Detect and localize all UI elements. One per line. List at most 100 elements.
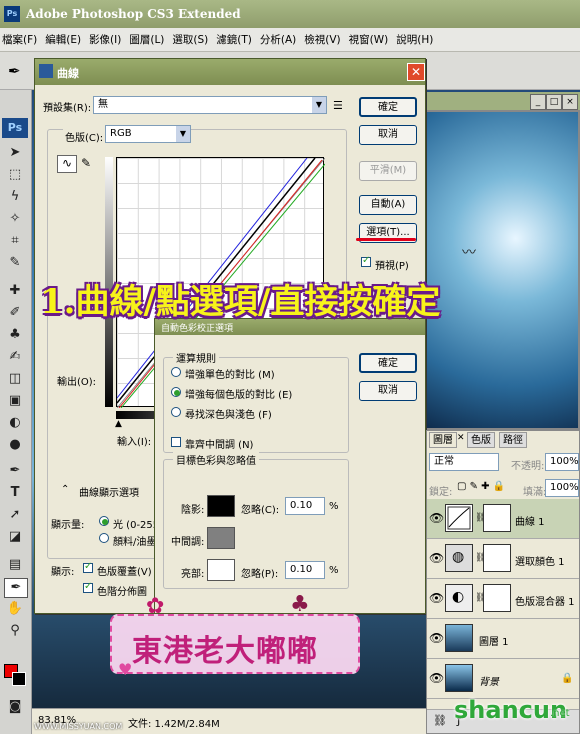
- menu-edit[interactable]: 編輯(E): [45, 28, 81, 52]
- eye-icon[interactable]: 👁: [429, 511, 444, 525]
- clip-shadows-input[interactable]: 0.10: [285, 497, 325, 515]
- menu-analysis[interactable]: 分析(A): [260, 28, 296, 52]
- collapse-icon[interactable]: ⌃: [61, 484, 69, 495]
- brush-tool-icon[interactable]: ✐: [4, 304, 26, 322]
- blend-mode-select[interactable]: 正常: [429, 453, 499, 471]
- zoom-tool-icon[interactable]: ⚲: [4, 622, 26, 640]
- shadows-swatch[interactable]: [207, 495, 235, 517]
- layer-row[interactable]: 👁 ◍ ⛓ 選取顏色 1: [427, 539, 579, 579]
- chevron-down-icon[interactable]: ▼: [312, 97, 326, 113]
- algorithms-group-title: 運算規則: [173, 350, 219, 365]
- crop-tool-icon[interactable]: ⌗: [4, 232, 26, 250]
- histogram-checkbox[interactable]: [83, 581, 93, 593]
- healing-tool-icon[interactable]: ✚: [4, 282, 26, 300]
- layer-mask-thumb[interactable]: [483, 584, 511, 612]
- snap-neutral-checkbox[interactable]: [171, 437, 181, 447]
- cancel-button[interactable]: 取消: [359, 125, 417, 145]
- output-label: 輸出(O):: [57, 377, 97, 388]
- menu-select[interactable]: 選取(S): [172, 28, 208, 52]
- tab-layers[interactable]: 圖層: [429, 432, 457, 448]
- blur-tool-icon[interactable]: ◐: [4, 414, 26, 432]
- maximize-icon[interactable]: □: [546, 94, 562, 110]
- shape-tool-icon[interactable]: ◪: [4, 528, 26, 546]
- path-select-icon[interactable]: ➚: [4, 506, 26, 524]
- layer-row[interactable]: 👁 ◐ ⛓ 色版混合器 1: [427, 579, 579, 619]
- move-tool-icon[interactable]: ➤: [4, 144, 26, 162]
- tab-paths[interactable]: 路徑: [499, 432, 527, 448]
- midtones-swatch[interactable]: [207, 527, 235, 549]
- layer-row[interactable]: 👁 圖層 1: [427, 619, 579, 659]
- options-cancel-button[interactable]: 取消: [359, 381, 417, 401]
- eye-icon[interactable]: 👁: [429, 591, 444, 605]
- eraser-tool-icon[interactable]: ◫: [4, 370, 26, 388]
- quick-mask-icon[interactable]: ◙: [4, 698, 26, 716]
- minimize-icon[interactable]: _: [530, 94, 546, 110]
- history-brush-icon[interactable]: ✍: [4, 348, 26, 366]
- mono-contrast-radio[interactable]: [171, 367, 181, 377]
- pencil-icon[interactable]: ✎: [81, 156, 91, 170]
- close-icon[interactable]: ✕: [407, 63, 425, 81]
- background-color-swatch[interactable]: [12, 672, 26, 686]
- tab-channels[interactable]: 色版: [467, 432, 495, 448]
- channel-overlay-label: 色版覆蓋(V): [97, 567, 152, 578]
- type-tool-icon[interactable]: T: [4, 484, 26, 502]
- black-point-slider[interactable]: ▲: [115, 419, 122, 429]
- close-tab-icon[interactable]: ✕: [457, 433, 465, 443]
- pigment-option-label: 顏料/油墨: [113, 537, 157, 548]
- lock-icon: 🔒: [561, 673, 574, 684]
- pen-tool-icon[interactable]: ✒: [4, 462, 26, 480]
- display-options-toggle[interactable]: 曲線顯示選項: [79, 484, 139, 499]
- per-channel-contrast-radio[interactable]: [171, 387, 181, 397]
- find-dark-light-radio[interactable]: [171, 407, 181, 417]
- lock-icon[interactable]: ▢ ✎ ✚ 🔒: [457, 481, 505, 492]
- magic-wand-icon[interactable]: ✧: [4, 210, 26, 228]
- menu-filter[interactable]: 濾鏡(T): [216, 28, 252, 52]
- channel-select[interactable]: RGB ▼: [105, 125, 191, 143]
- close-icon[interactable]: ×: [562, 94, 578, 110]
- layer-row[interactable]: 👁 背景 🔒: [427, 659, 579, 699]
- menu-help[interactable]: 說明(H): [396, 28, 433, 52]
- channel-overlay-checkbox[interactable]: [83, 561, 93, 573]
- dodge-tool-icon[interactable]: ●: [4, 436, 26, 454]
- menu-image[interactable]: 影像(I): [89, 28, 121, 52]
- options-ok-button[interactable]: 確定: [359, 353, 417, 373]
- layer-name: 背景: [479, 677, 499, 688]
- smooth-button[interactable]: 平滑(M): [359, 161, 417, 181]
- layer-row[interactable]: 👁 ⛓ 曲線 1: [427, 499, 579, 539]
- preset-select[interactable]: 無 ▼: [93, 96, 327, 114]
- curve-edit-icon[interactable]: ∿: [57, 155, 77, 173]
- eye-icon[interactable]: 👁: [429, 551, 444, 565]
- preset-label: 預設集(R):: [43, 103, 92, 114]
- notes-tool-icon[interactable]: ▤: [4, 556, 26, 574]
- preset-value: 無: [98, 99, 108, 110]
- hand-tool-icon[interactable]: ✋: [4, 600, 26, 618]
- stamp-tool-icon[interactable]: ♣: [4, 326, 26, 344]
- layer-mask-thumb[interactable]: [483, 544, 511, 572]
- menu-layer[interactable]: 圖層(L): [129, 28, 164, 52]
- chevron-down-icon[interactable]: ▼: [176, 126, 190, 142]
- layers-panel: 圖層 ✕ 色版 路徑 正常 不透明: 100% 鎖定: ▢ ✎ ✚ 🔒 填滿: …: [426, 430, 580, 734]
- auto-button[interactable]: 自動(A): [359, 195, 417, 215]
- lasso-tool-icon[interactable]: ϟ: [4, 188, 26, 206]
- marquee-tool-icon[interactable]: ⬚: [4, 166, 26, 184]
- highlights-swatch[interactable]: [207, 559, 235, 581]
- layer-mask-thumb[interactable]: [483, 504, 511, 532]
- eyedropper-tool-icon[interactable]: ✒: [4, 578, 28, 598]
- menu-file[interactable]: 檔案(F): [2, 28, 37, 52]
- preset-menu-icon[interactable]: ☰: [333, 99, 343, 112]
- ok-button[interactable]: 確定: [359, 97, 417, 117]
- clip-highlights-input[interactable]: 0.10: [285, 561, 325, 579]
- pigment-radio[interactable]: [99, 533, 109, 543]
- opacity-input[interactable]: 100%: [545, 453, 579, 471]
- fill-input[interactable]: 100%: [545, 479, 579, 497]
- eyedropper-icon[interactable]: ✒: [8, 62, 21, 80]
- light-radio[interactable]: [99, 516, 109, 526]
- eye-icon[interactable]: 👁: [429, 631, 444, 645]
- slice-tool-icon[interactable]: ✎: [4, 254, 26, 272]
- eye-icon[interactable]: 👁: [429, 671, 444, 685]
- link-layers-icon[interactable]: ⛓: [433, 714, 447, 727]
- gradient-tool-icon[interactable]: ▣: [4, 392, 26, 410]
- preview-checkbox[interactable]: [361, 255, 371, 267]
- menu-view[interactable]: 檢視(V): [304, 28, 340, 52]
- menu-window[interactable]: 視窗(W): [349, 28, 389, 52]
